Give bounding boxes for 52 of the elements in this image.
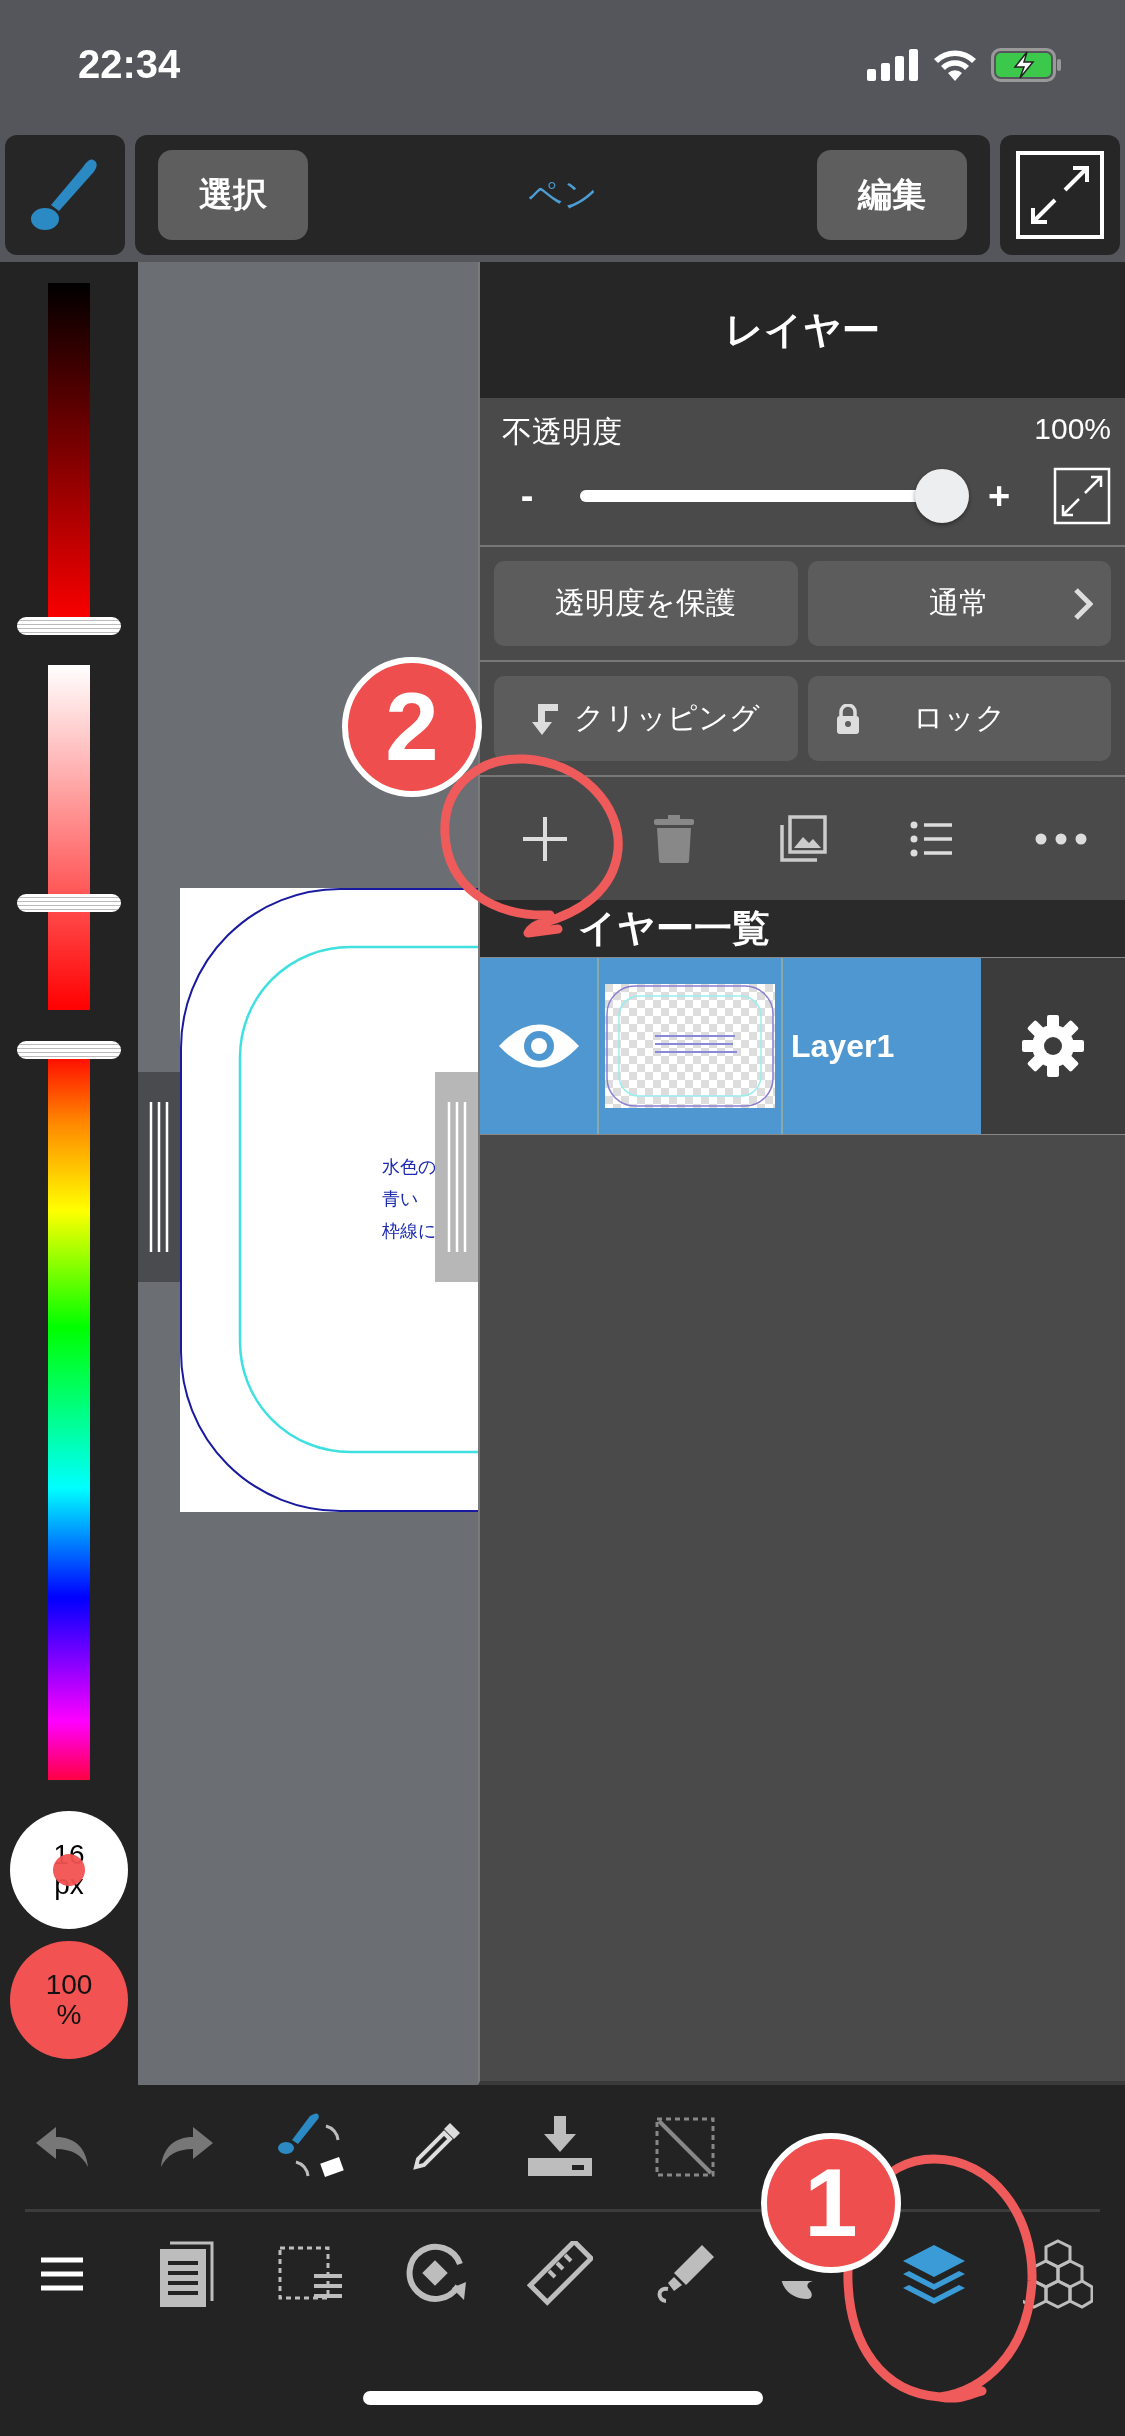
menu-icon[interactable]: [41, 2257, 84, 2291]
trash-icon: [653, 814, 694, 863]
decrease-button[interactable]: -: [502, 474, 552, 518]
expand-icon: [1015, 150, 1105, 240]
select-button[interactable]: 選択: [158, 150, 308, 240]
image-icon: [778, 814, 827, 863]
expand-icon[interactable]: [1053, 467, 1111, 525]
grip-icon: [445, 1102, 468, 1252]
slider-thumb[interactable]: [915, 469, 969, 523]
brush-opacity-button[interactable]: 100 %: [10, 1941, 128, 2059]
canvas-text: 青い: [382, 1188, 419, 1211]
tool-title: ペン: [527, 174, 598, 215]
grip-icon: [148, 1102, 170, 1252]
fullscreen-button[interactable]: [1000, 135, 1120, 255]
list-icon: [909, 820, 954, 857]
opacity-label: 不透明度: [502, 414, 622, 450]
lock-button[interactable]: ロック: [807, 676, 1111, 761]
ruler-icon[interactable]: [527, 2241, 594, 2307]
undo-icon[interactable]: [34, 2125, 91, 2169]
deselect-icon[interactable]: [654, 2117, 715, 2177]
import-icon[interactable]: [528, 2116, 593, 2178]
drag-handle[interactable]: [138, 1072, 180, 1282]
protect-alpha-button[interactable]: 透明度を保護: [494, 561, 798, 646]
slider-handle[interactable]: [17, 894, 121, 913]
add-icon: [520, 814, 569, 863]
redo-icon[interactable]: [158, 2125, 215, 2169]
wifi-icon: [933, 49, 977, 81]
canvas-text: 枠線に: [382, 1220, 436, 1243]
selection-list-icon[interactable]: [278, 2246, 345, 2302]
status-time: 22:34: [78, 41, 181, 87]
panel-title: レイヤー: [725, 307, 880, 353]
slider-handle[interactable]: [17, 617, 121, 635]
increase-button[interactable]: +: [974, 474, 1024, 518]
list-title: イヤー一覧: [578, 906, 770, 951]
battery-icon: [991, 48, 1063, 82]
documents-icon[interactable]: [159, 2241, 214, 2307]
more-icon: [1034, 832, 1087, 845]
visibility-toggle[interactable]: [480, 958, 599, 1134]
blend-mode-button[interactable]: 通常: [807, 561, 1111, 646]
cubes-icon[interactable]: [1023, 2239, 1094, 2309]
settings-icon: [1021, 1014, 1085, 1078]
opacity-value: 100%: [1034, 412, 1111, 447]
drag-handle[interactable]: [435, 1072, 478, 1282]
clipping-button[interactable]: クリッピング: [494, 676, 798, 761]
lock-icon: [835, 703, 860, 734]
brush-button[interactable]: [5, 135, 125, 255]
edit-button[interactable]: 編集: [817, 150, 967, 240]
signal-icon: [867, 49, 919, 81]
slider-handle[interactable]: [17, 1041, 121, 1059]
layer-settings-button[interactable]: [981, 958, 1125, 1134]
canvas-text: 水色の: [382, 1156, 436, 1179]
chevron-icon: [1073, 586, 1093, 621]
